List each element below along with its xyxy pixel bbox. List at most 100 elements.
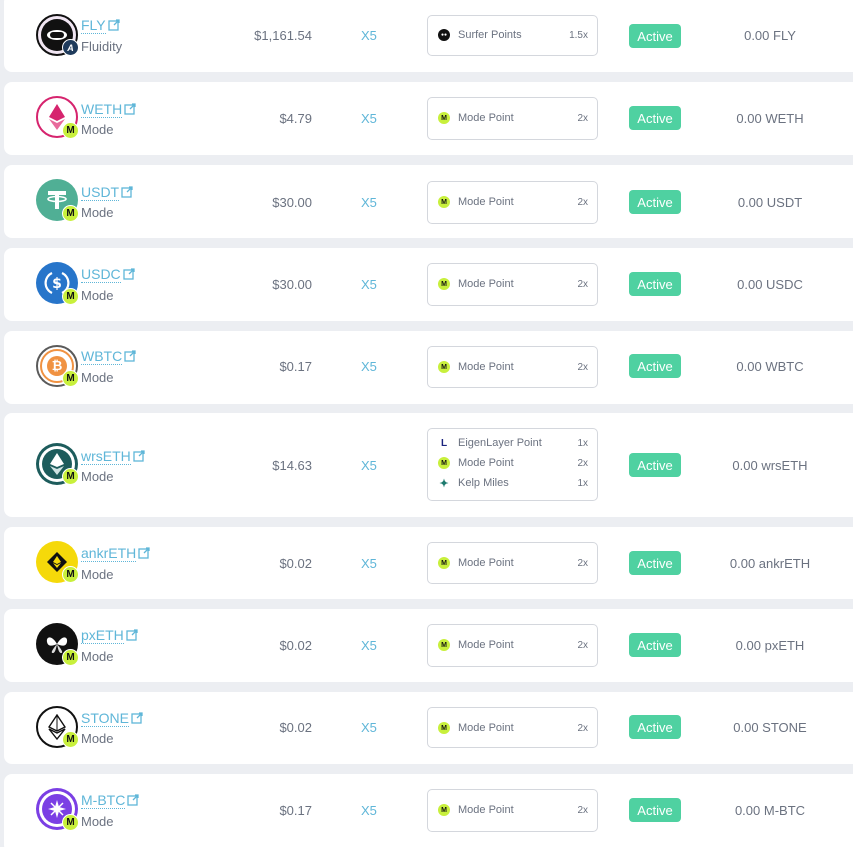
table-row: A FLY Fluidity $1,161.54 X5 ●● Surfer Poi… [4, 0, 853, 72]
multiplier-value: X5 [361, 111, 377, 126]
mode-badge-icon: M [62, 370, 79, 387]
point-entry: M Mode Point 2x [438, 803, 588, 817]
mode-badge-icon: M [62, 731, 79, 748]
status-badge: Active [629, 551, 681, 575]
mode-icon: M [438, 722, 450, 734]
chain-name: Mode [81, 814, 114, 829]
token-price: $30.00 [272, 277, 312, 292]
chain-name: Mode [81, 288, 114, 303]
kelp-icon: ✦ [438, 477, 450, 490]
table-row: M ankrETH Mode $0.02 X5 M Mode Point 2x Ac… [4, 527, 853, 599]
svg-text:$: $ [52, 276, 62, 292]
points-box: M Mode Point 2x [427, 624, 598, 667]
token-price: $0.02 [279, 638, 312, 653]
mode-badge-icon: M [62, 566, 79, 583]
status-badge: Active [629, 798, 681, 822]
token-price: $4.79 [279, 111, 312, 126]
balance-value: 0.00 WBTC [736, 359, 804, 374]
table-row: $ M USDC Mode $30.00 X5 M Mode Point 2x Ac… [4, 248, 853, 321]
point-entry: M Mode Point 2x [438, 111, 588, 125]
external-link-icon [126, 628, 138, 644]
points-box: M Mode Point 2x [427, 707, 598, 748]
points-box: L EigenLayer Point 1x M Mode Point 2x ✦ Kelp … [427, 428, 598, 501]
points-box: M Mode Point 2x [427, 789, 598, 832]
token-price: $0.02 [279, 720, 312, 735]
token-symbol-link[interactable]: pxETH [81, 628, 138, 644]
token-price: $0.02 [279, 556, 312, 571]
token-symbol-link[interactable]: WBTC [81, 349, 136, 365]
points-box: M Mode Point 2x [427, 346, 598, 388]
balance-value: 0.00 WETH [736, 111, 804, 126]
chain-name: Mode [81, 122, 114, 137]
external-link-icon [121, 185, 133, 201]
fluidity-badge-icon: A [62, 39, 79, 56]
multiplier-value: X5 [361, 28, 377, 43]
balance-value: 0.00 M-BTC [734, 803, 806, 818]
chain-name: Mode [81, 649, 114, 664]
status-badge: Active [629, 24, 681, 48]
table-row: M wrsETH Mode $14.63 X5 L EigenLayer Poin… [4, 413, 853, 517]
token-price: $30.00 [272, 195, 312, 210]
table-row: ₿ M WBTC Mode $0.17 X5 M Mode Point 2x Act… [4, 331, 853, 404]
points-box: M Mode Point 2x [427, 263, 598, 306]
multiplier-value: X5 [361, 359, 377, 374]
chain-name: Mode [81, 567, 114, 582]
token-price: $14.63 [272, 458, 312, 473]
token-symbol-link[interactable]: FLY [81, 18, 120, 34]
point-entry: M Mode Point 2x [438, 721, 588, 735]
points-box: ●● Surfer Points 1.5x [427, 15, 598, 56]
token-symbol-link[interactable]: wrsETH [81, 449, 145, 465]
balance-value: 0.00 wrsETH [732, 458, 808, 473]
balance-value: 0.00 pxETH [735, 638, 805, 653]
external-link-icon [127, 793, 139, 809]
point-entry: M Mode Point 2x [438, 456, 588, 470]
mode-badge-icon: M [62, 288, 79, 305]
mode-badge-icon: M [62, 814, 79, 831]
status-badge: Active [629, 354, 681, 378]
point-entry: M Mode Point 2x [438, 556, 588, 570]
token-symbol-link[interactable]: ankrETH [81, 546, 150, 562]
multiplier-value: X5 [361, 803, 377, 818]
balance-value: 0.00 STONE [733, 720, 807, 735]
token-symbol-link[interactable]: M-BTC [81, 793, 139, 809]
mode-icon: M [438, 196, 450, 208]
chain-name: Mode [81, 731, 114, 746]
mode-icon: M [438, 557, 450, 569]
external-link-icon [131, 711, 143, 727]
external-link-icon [124, 102, 136, 118]
mode-icon: M [438, 278, 450, 290]
point-entry: ✦ Kelp Miles 1x [438, 477, 588, 490]
table-row: M M-BTC Mode $0.17 X5 M Mode Point 2x Acti… [4, 774, 853, 847]
token-symbol-link[interactable]: USDT [81, 185, 133, 201]
mode-badge-icon: M [62, 468, 79, 485]
external-link-icon [123, 267, 135, 283]
token-symbol-link[interactable]: STONE [81, 711, 143, 727]
mode-icon: M [438, 112, 450, 124]
points-box: M Mode Point 2x [427, 542, 598, 584]
points-box: M Mode Point 2x [427, 181, 598, 224]
token-price: $0.17 [279, 359, 312, 374]
multiplier-value: X5 [361, 458, 377, 473]
surfer-icon: ●● [438, 29, 450, 41]
table-row: M pxETH Mode $0.02 X5 M Mode Point 2x Acti… [4, 609, 853, 682]
external-link-icon [107, 18, 120, 34]
point-entry: M Mode Point 2x [438, 360, 588, 374]
token-symbol-link[interactable]: WETH [81, 102, 136, 118]
balance-value: 0.00 USDT [737, 195, 803, 210]
token-symbol-link[interactable]: USDC [81, 267, 135, 283]
mode-icon: M [438, 639, 450, 651]
mode-badge-icon: M [62, 205, 79, 222]
multiplier-value: X5 [361, 638, 377, 653]
chain-name: Fluidity [81, 39, 123, 54]
status-badge: Active [629, 715, 681, 739]
mode-icon: M [438, 361, 450, 373]
point-entry: M Mode Point 2x [438, 277, 588, 291]
external-link-icon [138, 546, 150, 562]
multiplier-value: X5 [361, 277, 377, 292]
status-badge: Active [629, 190, 681, 214]
multiplier-value: X5 [361, 556, 377, 571]
chain-name: Mode [81, 205, 114, 220]
table-row: M USDT Mode $30.00 X5 M Mode Point 2x Acti… [4, 165, 853, 238]
multiplier-value: X5 [361, 195, 377, 210]
table-row: M STONE Mode $0.02 X5 M Mode Point 2x Acti… [4, 692, 853, 764]
